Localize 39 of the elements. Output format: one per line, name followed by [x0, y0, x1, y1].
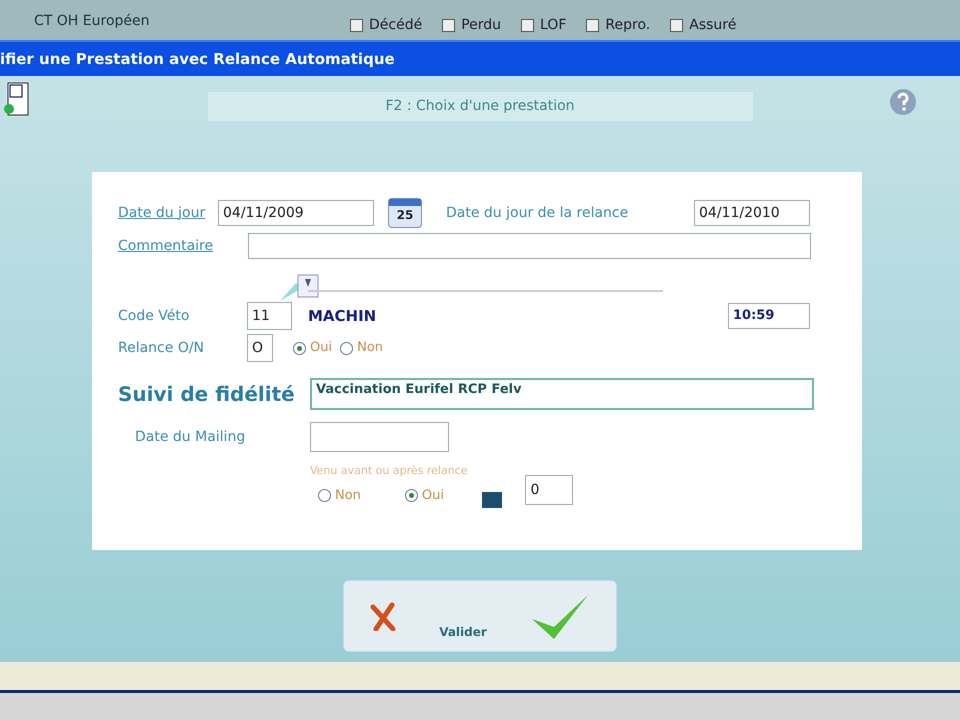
checkbox[interactable] — [442, 19, 456, 32]
time-field[interactable]: 10:59 — [728, 303, 810, 329]
checkbox-option[interactable]: Perdu — [442, 15, 502, 36]
date-field[interactable]: 04/11/2009 — [218, 200, 374, 226]
date-field[interactable]: 04/11/2010 — [694, 200, 810, 226]
checkbox-option[interactable]: Repro. — [586, 15, 650, 36]
veterinarian-name: MACHIN — [308, 306, 378, 327]
validate-button[interactable]: Valider — [343, 580, 617, 652]
header-band: F2 : Choix d'une prestation — [208, 92, 752, 120]
checkbox[interactable] — [670, 19, 684, 32]
count-field[interactable]: 0 — [525, 475, 574, 505]
radio-button[interactable] — [340, 342, 354, 354]
checkbox-option[interactable]: Assuré — [670, 15, 736, 36]
field-label: Date du Mailing — [135, 428, 246, 446]
code-field[interactable]: 11 — [247, 302, 292, 330]
calendar-icon[interactable]: 25 — [388, 198, 422, 228]
field-label: Commentaire — [118, 236, 214, 256]
radio-button[interactable] — [293, 342, 306, 354]
date-field[interactable] — [310, 422, 449, 452]
code-field[interactable]: O — [247, 334, 273, 362]
service-field[interactable]: Vaccination Eurifel RCP Felv — [310, 378, 814, 410]
title-bar: ifier une Prestation avec Relance Automatique — [0, 40, 960, 76]
checkbox[interactable] — [586, 19, 600, 32]
checkbox-option[interactable]: LOF — [521, 15, 566, 36]
checkbox[interactable] — [521, 19, 534, 32]
comment-field[interactable] — [248, 233, 811, 259]
checkbox[interactable] — [350, 19, 363, 32]
radio-button[interactable] — [404, 488, 418, 502]
help-icon[interactable] — [889, 88, 917, 116]
field-label: Date du jour de la relance — [446, 204, 630, 222]
cross-icon — [370, 601, 396, 631]
field-label: Relance O/N — [118, 338, 206, 358]
radio-caption: Venu avant ou après relance — [310, 463, 468, 479]
section-label: Suivi de fidélité — [118, 381, 296, 408]
checkbox-option[interactable]: Décédé — [350, 15, 422, 36]
field-label: Code Véto — [118, 306, 190, 326]
radio-button[interactable] — [318, 488, 331, 502]
background-label: CT OH Européen — [34, 13, 150, 29]
field-label: Date du jour — [118, 204, 206, 222]
